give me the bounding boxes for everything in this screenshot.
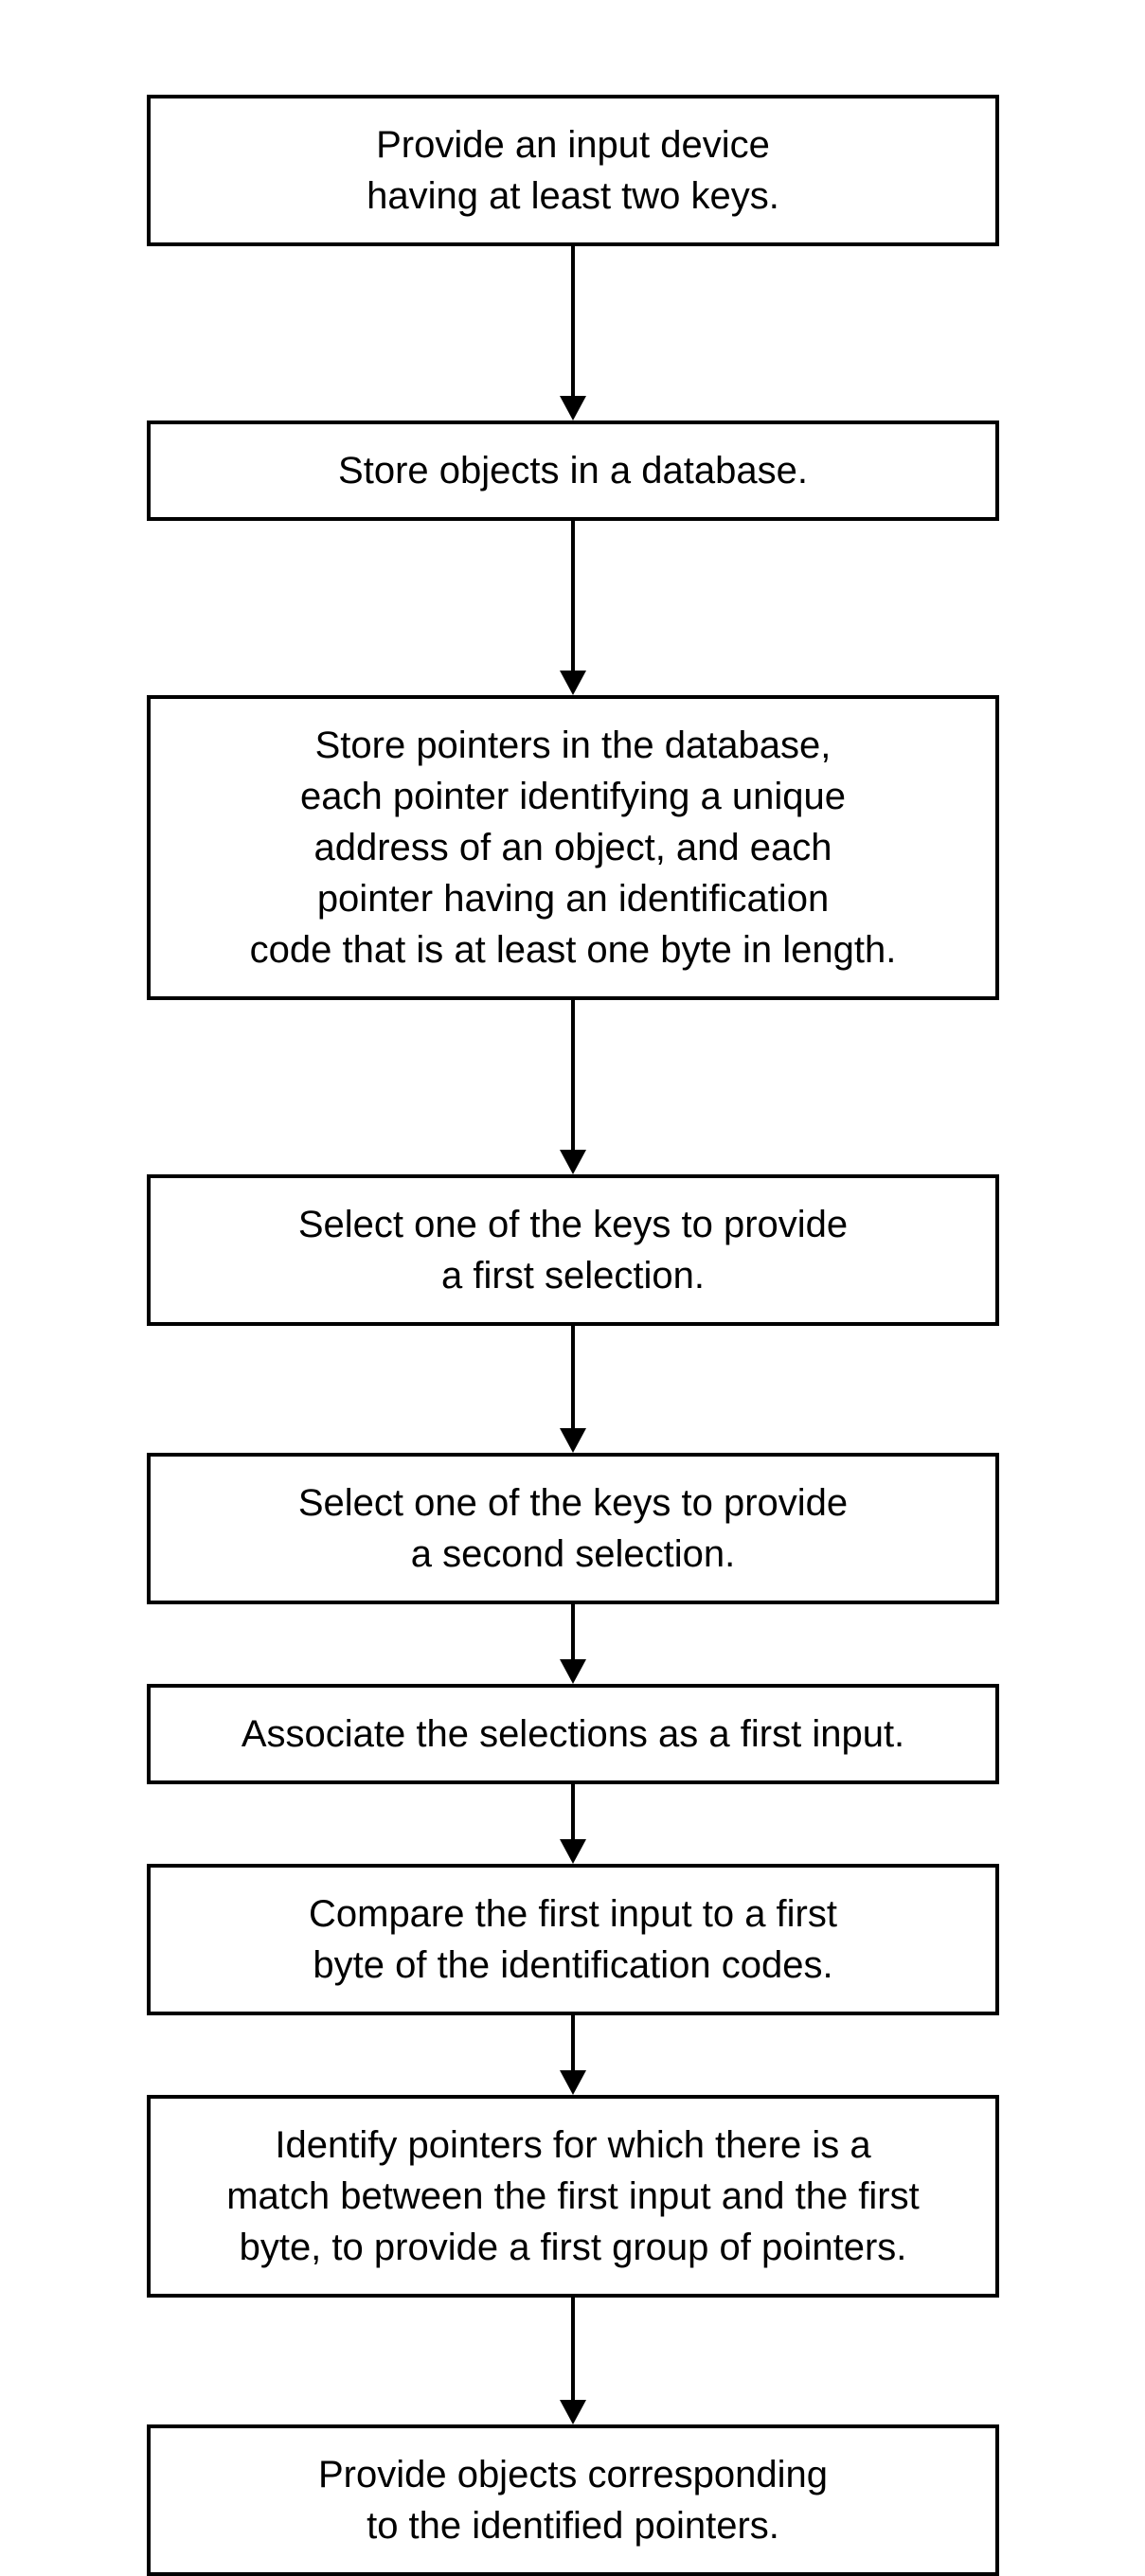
- flowchart-step-6: Associate the selections as a first inpu…: [147, 1684, 999, 1784]
- flowchart-container: Provide an input device having at least t…: [133, 95, 1013, 2576]
- step-text-line: Select one of the keys to provide: [298, 1204, 848, 1245]
- arrow-down-icon: [560, 1604, 586, 1684]
- flowchart-step-3: Store pointers in the database, each poin…: [147, 695, 999, 1000]
- arrow-down-icon: [560, 1326, 586, 1453]
- step-text-line: Store pointers in the database,: [315, 724, 832, 766]
- step-text-line: match between the first input and the fi…: [226, 2175, 920, 2217]
- step-text-line: Provide an input device: [376, 124, 770, 166]
- flowchart-step-8: Identify pointers for which there is a ma…: [147, 2095, 999, 2298]
- step-text-line: Compare the first input to a first: [309, 1893, 837, 1935]
- step-text-line: Identify pointers for which there is a: [275, 2124, 870, 2166]
- flowchart-step-2: Store objects in a database.: [147, 420, 999, 521]
- step-text-line: to the identified pointers.: [367, 2505, 779, 2547]
- flowchart-step-7: Compare the first input to a first byte o…: [147, 1864, 999, 2015]
- flowchart-step-9: Provide objects corresponding to the iden…: [147, 2424, 999, 2576]
- flowchart-step-5: Select one of the keys to provide a secon…: [147, 1453, 999, 1604]
- step-text-line: Store objects in a database.: [338, 450, 808, 492]
- step-text-line: code that is at least one byte in length…: [250, 929, 897, 971]
- flowchart-step-1: Provide an input device having at least t…: [147, 95, 999, 246]
- step-text-line: Select one of the keys to provide: [298, 1482, 848, 1524]
- step-text-line: a second selection.: [411, 1533, 735, 1575]
- arrow-down-icon: [560, 1784, 586, 1864]
- arrow-down-icon: [560, 2015, 586, 2095]
- step-text-line: byte, to provide a first group of pointe…: [240, 2227, 907, 2268]
- arrow-down-icon: [560, 2298, 586, 2424]
- step-text-line: pointer having an identification: [317, 878, 829, 920]
- arrow-down-icon: [560, 246, 586, 420]
- step-text-line: having at least two keys.: [367, 175, 779, 217]
- step-text-line: Associate the selections as a first inpu…: [242, 1713, 904, 1755]
- step-text-line: Provide objects corresponding: [318, 2454, 828, 2496]
- step-text-line: a first selection.: [441, 1255, 705, 1297]
- arrow-down-icon: [560, 1000, 586, 1174]
- step-text-line: byte of the identification codes.: [313, 1944, 832, 1986]
- step-text-line: address of an object, and each: [313, 827, 832, 868]
- flowchart-step-4: Select one of the keys to provide a first…: [147, 1174, 999, 1326]
- step-text-line: each pointer identifying a unique: [300, 776, 846, 817]
- arrow-down-icon: [560, 521, 586, 695]
